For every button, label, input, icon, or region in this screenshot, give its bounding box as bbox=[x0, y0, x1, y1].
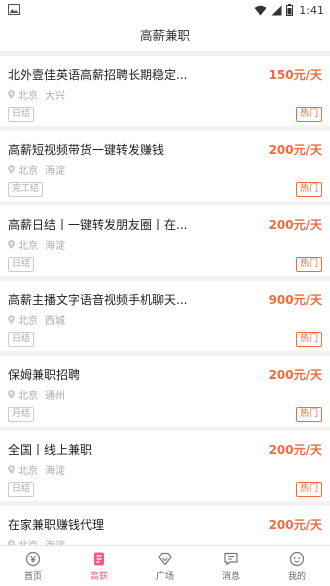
tab-home[interactable]: 首页 bbox=[0, 546, 66, 586]
job-title: 保姆兼职招聘 bbox=[8, 368, 81, 382]
job-location: 北京 大兴 bbox=[8, 87, 65, 102]
job-district: 海淀 bbox=[45, 166, 65, 177]
settlement-tag: 完工结 bbox=[8, 182, 44, 197]
job-list[interactable]: 北外壹佳英语高薪招聘长期稳定... 150元/天 北京 大兴 日结 热门 高薪短… bbox=[0, 52, 330, 545]
job-salary: 150元/天 bbox=[268, 68, 322, 82]
image-icon bbox=[8, 4, 20, 15]
hot-badge: 热门 bbox=[295, 482, 322, 497]
job-card[interactable]: 高薪主播文字语音视频手机聊天... 900元/天 北京 西城 日结 热门 bbox=[0, 281, 330, 351]
battery-icon bbox=[286, 4, 294, 16]
settlement-tag: 日结 bbox=[8, 107, 35, 122]
job-title: 高薪短视频带货一键转发赚钱 bbox=[8, 143, 165, 157]
job-title: 高薪日结丨一键转发朋友圈丨在... bbox=[8, 218, 188, 232]
job-salary: 200元/天 bbox=[268, 368, 322, 382]
job-title: 高薪主播文字语音视频手机聊天... bbox=[8, 293, 188, 307]
settlement-tag: 月结 bbox=[8, 407, 35, 422]
job-district: 海淀 bbox=[45, 466, 65, 477]
settlement-tag: 日结 bbox=[8, 482, 35, 497]
tab-label: 消息 bbox=[221, 571, 240, 582]
location-pin-icon bbox=[8, 90, 15, 99]
location-pin-icon bbox=[8, 390, 15, 399]
job-location: 北京 海淀 bbox=[8, 162, 65, 177]
tab-messages[interactable]: 消息 bbox=[198, 546, 264, 586]
bottom-tab-bar: 首页 高薪 广场 消息 我的 bbox=[0, 545, 330, 586]
job-card[interactable]: 全国丨线上兼职 200元/天 北京 海淀 日结 热门 bbox=[0, 431, 330, 501]
job-salary: 200元/天 bbox=[268, 518, 322, 532]
job-district: 海淀 bbox=[45, 537, 65, 545]
hot-badge: 热门 bbox=[295, 257, 322, 272]
job-salary: 200元/天 bbox=[268, 143, 322, 157]
job-city: 北京 bbox=[18, 91, 38, 102]
job-salary: 200元/天 bbox=[268, 443, 322, 457]
job-city: 北京 bbox=[18, 537, 38, 545]
job-card[interactable]: 保姆兼职招聘 200元/天 北京 通州 月结 热门 bbox=[0, 356, 330, 426]
location-pin-icon bbox=[8, 315, 15, 324]
home-icon bbox=[25, 551, 41, 566]
job-title: 北外壹佳英语高薪招聘长期稳定... bbox=[8, 68, 188, 82]
job-district: 西城 bbox=[45, 316, 65, 327]
job-card[interactable]: 北外壹佳英语高薪招聘长期稳定... 150元/天 北京 大兴 日结 热门 bbox=[0, 56, 330, 126]
location-pin-icon bbox=[8, 465, 15, 474]
job-city: 北京 bbox=[18, 466, 38, 477]
tab-label: 高薪 bbox=[89, 571, 108, 582]
job-card[interactable]: 在家兼职赚钱代理 200元/天 北京 海淀 日结 热门 bbox=[0, 506, 330, 545]
job-city: 北京 bbox=[18, 241, 38, 252]
location-pin-icon bbox=[8, 240, 15, 249]
job-location: 北京 通州 bbox=[8, 387, 65, 402]
job-salary: 200元/天 bbox=[268, 218, 322, 232]
job-card[interactable]: 高薪短视频带货一键转发赚钱 200元/天 北京 海淀 完工结 热门 bbox=[0, 131, 330, 201]
diamond-icon bbox=[158, 552, 172, 565]
tab-label: 我的 bbox=[287, 571, 306, 582]
job-district: 海淀 bbox=[45, 241, 65, 252]
job-salary: 900元/天 bbox=[268, 293, 322, 307]
tab-label: 首页 bbox=[23, 571, 42, 582]
job-city: 北京 bbox=[18, 316, 38, 327]
hot-badge: 热门 bbox=[295, 407, 322, 422]
profile-icon bbox=[289, 551, 305, 566]
job-city: 北京 bbox=[18, 391, 38, 402]
hot-badge: 热门 bbox=[295, 107, 322, 122]
tab-high-pay[interactable]: 高薪 bbox=[66, 546, 132, 586]
hot-badge: 热门 bbox=[295, 182, 322, 197]
signal-icon bbox=[271, 5, 282, 15]
job-location: 北京 海淀 bbox=[8, 462, 65, 477]
settlement-tag: 日结 bbox=[8, 257, 35, 272]
message-icon bbox=[224, 552, 238, 565]
tab-profile[interactable]: 我的 bbox=[264, 546, 330, 586]
status-bar: 1:41 bbox=[0, 0, 330, 20]
job-title: 全国丨线上兼职 bbox=[8, 443, 93, 457]
settlement-tag: 日结 bbox=[8, 332, 35, 347]
job-card[interactable]: 高薪日结丨一键转发朋友圈丨在... 200元/天 北京 海淀 日结 热门 bbox=[0, 206, 330, 276]
tab-label: 广场 bbox=[155, 571, 174, 582]
page-title: 高薪兼职 bbox=[0, 20, 330, 52]
job-title: 在家兼职赚钱代理 bbox=[8, 518, 105, 532]
location-pin-icon bbox=[8, 165, 15, 174]
job-district: 通州 bbox=[45, 391, 65, 402]
wifi-icon bbox=[254, 5, 267, 15]
job-location: 北京 海淀 bbox=[8, 237, 65, 252]
document-icon bbox=[94, 552, 104, 565]
hot-badge: 热门 bbox=[295, 332, 322, 347]
job-location: 北京 西城 bbox=[8, 312, 65, 327]
job-city: 北京 bbox=[18, 166, 38, 177]
job-district: 大兴 bbox=[45, 91, 65, 102]
tab-plaza[interactable]: 广场 bbox=[132, 546, 198, 586]
job-location: 北京 海淀 bbox=[8, 537, 65, 545]
status-time: 1:41 bbox=[299, 3, 324, 17]
